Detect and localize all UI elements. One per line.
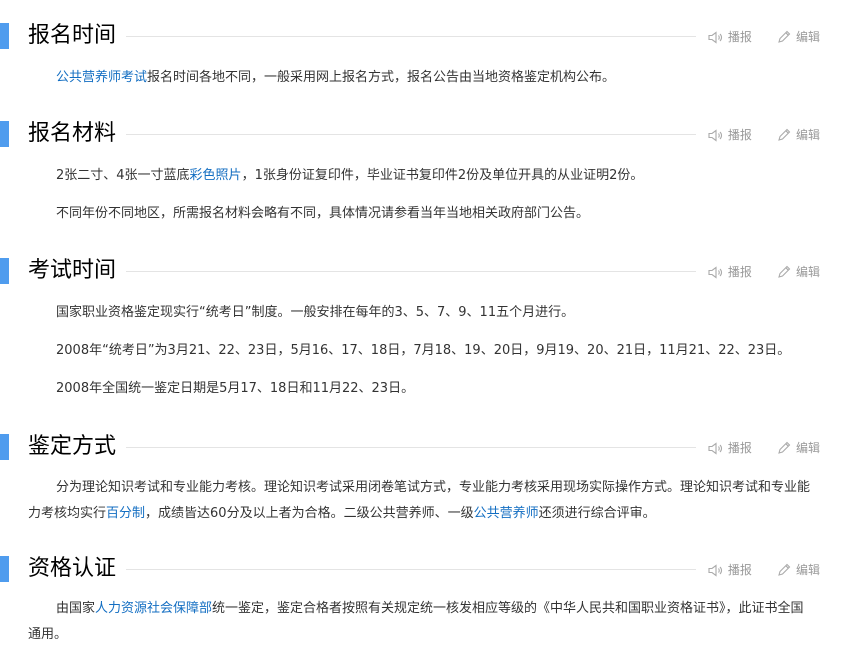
link[interactable]: 百分制 — [106, 506, 145, 521]
section-divider — [28, 134, 700, 135]
paragraph: 国家职业资格鉴定现实行“统考日”制度。一般安排在每年的3、5、7、9、11五个月… — [0, 300, 846, 326]
text: 报名时间各地不同，一般采用网上报名方式，报名公告由当地资格鉴定机构公布。 — [147, 70, 616, 85]
section-qualification-certification: 资格认证 播报 编辑 由国家人力资源社会保障部统一鉴定，鉴定合格者按照有关规定统… — [0, 551, 846, 648]
text: 国家职业资格鉴定现实行“统考日”制度。一般安排在每年的3、5、7、9、11五个月… — [56, 305, 575, 320]
section-registration-materials: 报名材料 播报 编辑 2张二寸、4张一寸蓝底彩色照片，1张身份证复印件，毕业证书… — [0, 116, 846, 227]
section-divider — [28, 569, 700, 570]
paragraph: 分为理论知识考试和专业能力考核。理论知识考试采用闭卷笔试方式，专业能力考核采用现… — [0, 475, 846, 527]
paragraph: 由国家人力资源社会保障部统一鉴定，鉴定合格者按照有关规定统一核发相应等级的《中华… — [0, 596, 846, 648]
read-aloud-label: 播报 — [727, 265, 752, 279]
pencil-icon — [778, 30, 791, 43]
text: ，成绩皆达60分及以上者为合格。二级公共营养师、一级 — [145, 506, 474, 521]
edit-button[interactable]: 编辑 — [777, 430, 820, 466]
edit-label: 编辑 — [795, 128, 820, 142]
edit-label: 编辑 — [795, 265, 820, 279]
read-aloud-button[interactable]: 播报 — [708, 19, 752, 55]
text: 不同年份不同地区，所需报名材料会略有不同，具体情况请参看当年当地相关政府部门公告… — [56, 206, 590, 221]
paragraph: 2张二寸、4张一寸蓝底彩色照片，1张身份证复印件，毕业证书复印件2份及单位开具的… — [0, 163, 846, 189]
speaker-icon — [708, 564, 722, 577]
section-accent-bar — [0, 258, 9, 284]
read-aloud-button[interactable]: 播报 — [708, 117, 752, 153]
edit-label: 编辑 — [795, 441, 820, 455]
speaker-icon — [708, 129, 722, 142]
section-header: 报名时间 播报 编辑 — [0, 18, 846, 54]
section-tools: 播报 编辑 — [695, 116, 820, 153]
section-accent-bar — [0, 434, 9, 460]
text: 由国家 — [56, 601, 96, 616]
section-divider — [28, 447, 700, 448]
edit-button[interactable]: 编辑 — [777, 552, 820, 588]
text: 2张二寸、4张一寸蓝底 — [56, 168, 190, 183]
paragraph: 2008年“统考日”为3月21、22、23日，5月16、17、18日，7月18、… — [0, 338, 846, 364]
text: ，1张身份证复印件，毕业证书复印件2份及单位开具的从业证明2份。 — [241, 168, 644, 183]
section-tools: 播报 编辑 — [695, 551, 820, 588]
pencil-icon — [778, 265, 791, 278]
edit-label: 编辑 — [795, 30, 820, 44]
section-tools: 播报 编辑 — [695, 429, 820, 466]
section-title: 鉴定方式 — [28, 429, 127, 465]
pencil-icon — [778, 563, 791, 576]
paragraph: 不同年份不同地区，所需报名材料会略有不同，具体情况请参看当年当地相关政府部门公告… — [0, 201, 846, 227]
section-title: 考试时间 — [28, 253, 127, 289]
read-aloud-label: 播报 — [727, 30, 752, 44]
link[interactable]: 人力资源社会保障部 — [95, 601, 212, 616]
edit-button[interactable]: 编辑 — [777, 19, 820, 55]
read-aloud-button[interactable]: 播报 — [708, 254, 752, 290]
read-aloud-label: 播报 — [727, 563, 752, 577]
speaker-icon — [708, 266, 722, 279]
section-accent-bar — [0, 121, 9, 147]
section-header: 考试时间 播报 编辑 — [0, 253, 846, 289]
link[interactable]: 公共营养师 — [474, 506, 539, 521]
edit-button[interactable]: 编辑 — [777, 117, 820, 153]
read-aloud-label: 播报 — [727, 128, 752, 142]
section-header: 资格认证 播报 编辑 — [0, 551, 846, 587]
section-exam-time: 考试时间 播报 编辑 国家职业资格鉴定现实行“统考日”制度。一般安排在每年的3、… — [0, 253, 846, 402]
text: 还须进行综合评审。 — [538, 506, 656, 521]
section-assessment-method: 鉴定方式 播报 编辑 分为理论知识考试和专业能力考核。理论知识考试采用闭卷笔试方… — [0, 429, 846, 527]
speaker-icon — [708, 31, 722, 44]
section-title: 资格认证 — [28, 551, 127, 587]
paragraph: 2008年全国统一鉴定日期是5月17、18日和11月22、23日。 — [0, 376, 846, 402]
edit-label: 编辑 — [795, 563, 820, 577]
read-aloud-button[interactable]: 播报 — [708, 552, 752, 588]
section-tools: 播报 编辑 — [695, 18, 820, 55]
link[interactable]: 彩色照片 — [190, 168, 242, 183]
link[interactable]: 公共营养师考试 — [56, 70, 147, 85]
text: 2008年“统考日”为3月21、22、23日，5月16、17、18日，7月18、… — [56, 343, 791, 358]
section-header: 报名材料 播报 编辑 — [0, 116, 846, 152]
text: 2008年全国统一鉴定日期是5月17、18日和11月22、23日。 — [56, 381, 415, 396]
edit-button[interactable]: 编辑 — [777, 254, 820, 290]
pencil-icon — [778, 441, 791, 454]
section-divider — [28, 36, 700, 37]
read-aloud-label: 播报 — [727, 441, 752, 455]
section-divider — [28, 271, 700, 272]
section-registration-time: 报名时间 播报 编辑 公共营养师考试报名时间各地不同，一般采用网上报名方式，报名… — [0, 18, 846, 91]
pencil-icon — [778, 128, 791, 141]
section-tools: 播报 编辑 — [695, 253, 820, 290]
paragraph: 公共营养师考试报名时间各地不同，一般采用网上报名方式，报名公告由当地资格鉴定机构… — [0, 65, 846, 91]
read-aloud-button[interactable]: 播报 — [708, 430, 752, 466]
page: 报名时间 播报 编辑 公共营养师考试报名时间各地不同，一般采用网上报名方式，报名… — [0, 0, 846, 652]
section-title: 报名时间 — [28, 18, 127, 54]
section-header: 鉴定方式 播报 编辑 — [0, 429, 846, 465]
section-title: 报名材料 — [28, 116, 127, 152]
speaker-icon — [708, 442, 722, 455]
section-accent-bar — [0, 556, 9, 582]
section-accent-bar — [0, 23, 9, 49]
